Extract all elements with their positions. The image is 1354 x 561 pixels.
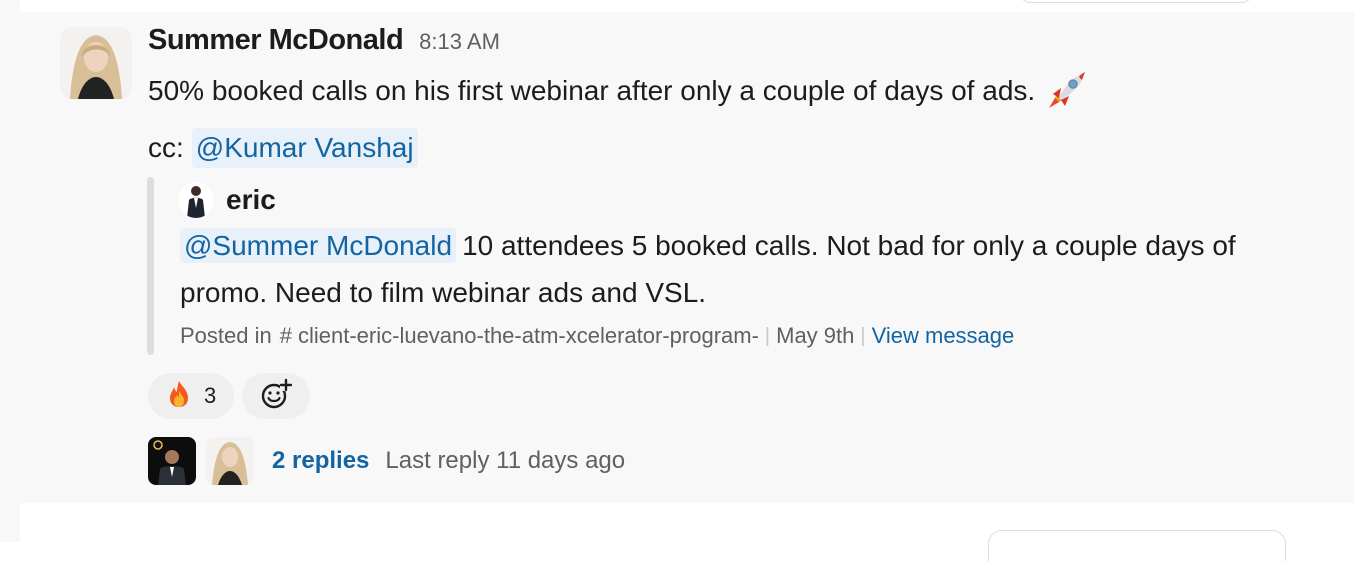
separator: |: [764, 324, 771, 347]
quoted-author-name[interactable]: eric: [226, 184, 276, 216]
channel-link[interactable]: client-eric-luevano-the-atm-xcelerator-p…: [298, 323, 759, 349]
mention-summer-mcdonald[interactable]: @Summer McDonald: [180, 228, 457, 263]
rocket-icon: [1043, 68, 1089, 114]
message-text: 50% booked calls on his first webinar af…: [148, 68, 1089, 114]
quoted-message-author[interactable]: eric: [178, 182, 276, 218]
separator: |: [860, 324, 866, 347]
cc-label: cc:: [148, 132, 184, 163]
posted-in-label: Posted in: [180, 323, 272, 348]
reactions-bar: 3: [148, 373, 310, 419]
replies-link[interactable]: 2 replies: [272, 447, 369, 475]
cc-line: cc: @Kumar Vanshaj: [148, 128, 418, 168]
eric-avatar[interactable]: [178, 182, 214, 218]
last-reply-text: Last reply 11 days ago: [385, 447, 626, 474]
replier-avatar: [206, 437, 254, 485]
left-gutter: [0, 0, 20, 542]
sender-name[interactable]: Summer McDonald: [148, 24, 404, 57]
quoted-message-footer: Posted in # client-eric-luevano-the-atm-…: [180, 323, 1014, 349]
add-reaction-icon: [260, 378, 293, 415]
view-message-link[interactable]: View message: [872, 323, 1015, 349]
replier-avatar: [148, 437, 196, 485]
quote-bar: [147, 177, 154, 355]
reaction-count: 3: [204, 383, 217, 408]
hash-icon: #: [279, 323, 292, 348]
message-header: Summer McDonald 8:13 AM: [148, 24, 500, 60]
fire-icon: [164, 379, 194, 414]
next-message-outline: [988, 530, 1286, 561]
reaction-fire[interactable]: 3: [148, 373, 234, 419]
message-body: 50% booked calls on his first webinar af…: [148, 75, 1036, 106]
quoted-message-text: @Summer McDonald 10 attendees 5 booked ca…: [180, 222, 1320, 316]
message-actions-toolbar: [1020, 0, 1252, 3]
message-container[interactable]: Summer McDonald 8:13 AM 50% booked calls…: [20, 12, 1354, 503]
message-timestamp[interactable]: 8:13 AM: [419, 29, 500, 55]
sender-avatar[interactable]: [60, 27, 132, 99]
add-reaction-button[interactable]: [242, 373, 310, 419]
thread-summary[interactable]: 2 replies Last reply 11 days ago: [148, 437, 625, 485]
mention-kumar-vanshaj[interactable]: @Kumar Vanshaj: [191, 128, 418, 168]
quote-date[interactable]: May 9th: [776, 323, 854, 349]
